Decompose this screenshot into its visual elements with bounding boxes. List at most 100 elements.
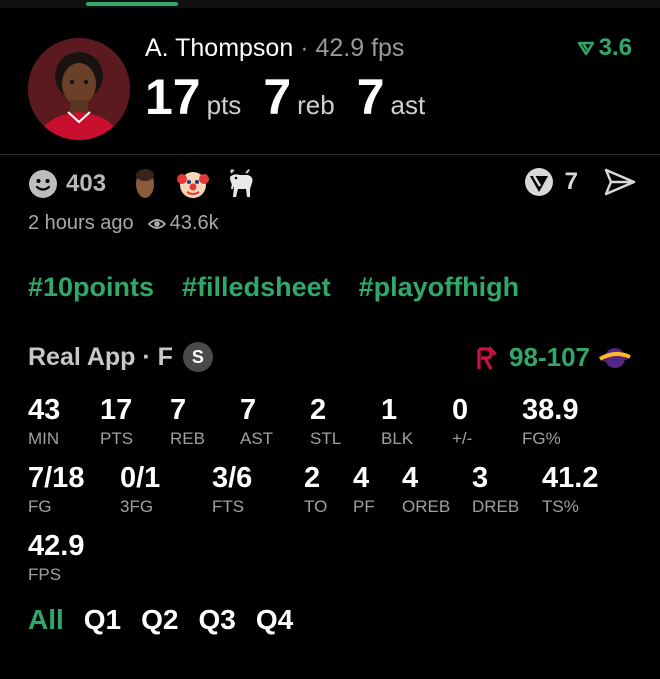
stat-label: FG% [522,429,561,448]
stat-blk: 1 BLK [381,394,413,449]
share-icon[interactable] [604,168,636,196]
status-badge: S [182,342,213,372]
tab-q4[interactable]: Q4 [256,604,293,636]
smiley-icon[interactable] [28,169,58,199]
top-tab-bar [0,0,660,8]
eye-icon [147,218,166,229]
score-away: 107 [546,342,590,372]
hashtag-list: #10points #filledsheet #playoffhigh [28,272,519,303]
stat-fg-pct: 38.9 FG% [522,394,578,449]
stat-label: FPS [28,565,62,584]
post-header: A. Thompson · 42.9 fps 3.6 17 pts 7 reb … [0,10,660,155]
reaction-bar: 403 [28,166,258,202]
face-emoji-icon[interactable] [132,167,158,201]
game-source: Real App · F S [28,342,213,372]
stat-ast-unit: ast [390,90,426,120]
header-divider [0,154,660,155]
post-time: 2 hours ago [28,212,134,234]
stat-value: 0 [452,394,469,426]
stat-pts: 17 PTS [100,394,133,449]
stat-label: FG [28,497,52,516]
comment-bubble-icon[interactable] [523,166,555,198]
stat-label: AST [240,429,274,448]
hashtag-link[interactable]: #filledsheet [182,272,331,303]
stat-fts: 3/6 FTS [212,462,252,517]
score-separator: - [537,342,547,372]
stat-value: 41.2 [542,462,599,494]
goat-emoji-icon[interactable] [224,167,258,201]
stat-value: 17 [100,394,133,426]
stat-3fg: 0/1 3FG [120,462,160,517]
reaction-count: 403 [66,170,107,197]
stat-label: DREB [472,497,520,516]
stat-value: 7 [240,394,257,426]
stat-label: +/- [452,429,473,448]
stat-label: STL [310,429,342,448]
stat-value: 42.9 [28,530,85,562]
trend-down-icon [577,41,594,56]
player-avatar[interactable] [28,38,130,140]
view-count: 43.6k [147,212,219,235]
stat-value: 38.9 [522,394,579,426]
quarter-filter: All Q1 Q2 Q3 Q4 [28,604,293,636]
stat-reb-value: 7 [263,69,292,125]
stat-ast: 7 AST [240,394,273,449]
stat-value: 1 [381,394,398,426]
stat-label: MIN [28,429,60,448]
tab-q2[interactable]: Q2 [141,604,178,636]
stat-stl: 2 STL [310,394,341,449]
active-tab-indicator[interactable] [86,2,178,6]
stat-label: TO [304,497,328,516]
stat-reb-unit: reb [297,90,335,120]
stat-label: BLK [381,429,414,448]
comment-count: 7 [564,168,578,195]
player-name[interactable]: A. Thompson [145,34,293,62]
stat-to: 2 TO [304,462,327,517]
stat-value: 7 [170,394,187,426]
lakers-logo-icon [598,347,631,368]
stat-label: FTS [212,497,245,516]
hashtag-link[interactable]: #playoffhigh [359,272,520,303]
clown-emoji-icon[interactable] [176,167,210,201]
stat-dreb: 3 DREB [472,462,519,517]
stat-value: 0/1 [120,462,161,494]
stat-value: 7/18 [28,462,85,494]
trend-indicator: 3.6 [577,34,632,62]
stat-label: PF [353,497,375,516]
post-meta: 2 hours ago 43.6k [28,212,219,235]
stat-label: TS% [542,497,579,516]
tab-all[interactable]: All [28,604,64,636]
player-fps: 42.9 fps [315,34,405,62]
game-source-label: Real App · F [28,342,173,371]
game-score[interactable]: 98 - 107 [475,342,632,373]
view-count-value: 43.6k [169,212,219,234]
stat-value: 2 [304,462,321,494]
stat-min: 43 MIN [28,394,60,449]
tab-q1[interactable]: Q1 [84,604,121,636]
stat-oreb: 4 OREB [402,462,450,517]
score-home: 98 [509,342,538,372]
stat-fps: 42.9 FPS [28,530,84,585]
stat-plus-minus: 0 +/- [452,394,472,449]
tab-q3[interactable]: Q3 [199,604,236,636]
stat-value: 3/6 [212,462,253,494]
stat-label: REB [170,429,205,448]
stat-pts-value: 17 [145,69,201,125]
stat-pts-unit: pts [206,90,242,120]
trend-value: 3.6 [598,34,632,61]
stat-label: OREB [402,497,451,516]
stat-value: 4 [353,462,370,494]
stat-pf: 4 PF [353,462,375,517]
headline-statline: 17 pts 7 reb 7 ast [145,68,447,126]
post-actions: 7 [523,166,636,198]
stat-value: 2 [310,394,327,426]
game-summary: Real App · F S 98 - 107 [28,342,632,378]
stat-value: 43 [28,394,61,426]
hashtag-link[interactable]: #10points [28,272,154,303]
stat-label: 3FG [120,497,154,516]
stat-fg: 7/18 FG [28,462,84,517]
stat-label: PTS [100,429,134,448]
player-photo-icon [28,38,130,140]
stat-ast-value: 7 [356,69,385,125]
stat-ts-pct: 41.2 TS% [542,462,598,517]
